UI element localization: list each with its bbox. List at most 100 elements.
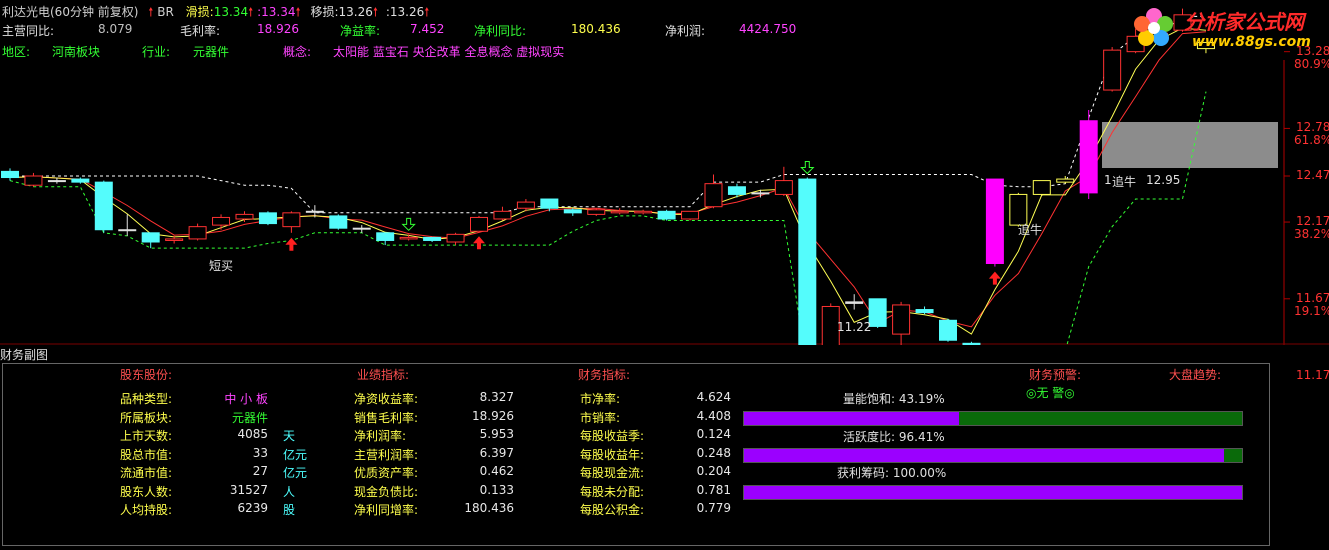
shareholder-label: 所属板块: bbox=[120, 410, 173, 425]
performance-value: 180.436 bbox=[464, 501, 514, 515]
up-arrow-icon: 🠕 bbox=[295, 5, 301, 19]
shareholder-value: 6239 bbox=[237, 501, 268, 515]
stop-loss-value-2: :13.34 bbox=[257, 5, 296, 19]
fib-pct-label: 38.2% bbox=[1294, 227, 1329, 242]
finance-label: 每股未分配: bbox=[580, 484, 645, 499]
activity-ratio-bar bbox=[743, 448, 1243, 463]
candle-body bbox=[470, 216, 488, 232]
candle-body bbox=[845, 301, 864, 304]
warning-status: ◎无 警◎ bbox=[1026, 386, 1075, 400]
stop-loss-label: 滑损: bbox=[185, 5, 214, 19]
price-tick-label: 11.17 bbox=[1296, 367, 1329, 382]
stop-line-white bbox=[10, 15, 1206, 214]
candle-body bbox=[282, 212, 301, 228]
buy-arrow-icon bbox=[285, 237, 298, 251]
candle-body bbox=[985, 178, 1004, 264]
trailing-value-2: :13.26 bbox=[385, 5, 425, 19]
candle-body bbox=[751, 192, 770, 195]
price-tick-label: 11.67 bbox=[1296, 290, 1329, 305]
industry-value: 元器件 bbox=[193, 45, 230, 59]
chart-header: 利达光电(60分钟 前复权) 🠕 BR 滑损:13.34🠕 :13.34🠕 移损… bbox=[2, 3, 429, 24]
candle-body bbox=[258, 212, 277, 225]
stat-label: 净益率: bbox=[340, 24, 381, 38]
candle-body bbox=[141, 232, 160, 243]
candle-body bbox=[376, 232, 395, 241]
bar-fill bbox=[744, 449, 1225, 462]
performance-value: 18.926 bbox=[472, 408, 514, 423]
stat-value: 180.436 bbox=[571, 22, 621, 36]
stat-value: 4424.750 bbox=[739, 22, 797, 36]
shareholder-value: 31527 bbox=[229, 482, 268, 497]
profit-chips-label: 获利筹码: 100.00% bbox=[837, 464, 946, 481]
chase-label-2: 追牛 bbox=[1112, 175, 1137, 189]
shareholder-unit: 亿元 bbox=[283, 466, 308, 480]
candle-body bbox=[563, 209, 582, 214]
up-arrow-icon: 🠕 bbox=[148, 5, 154, 19]
bar-label: 活跃度比: bbox=[843, 430, 896, 444]
performance-label: 优质资产率: bbox=[354, 466, 419, 480]
shareholder-value: 33 bbox=[252, 445, 268, 460]
buy-arrow-icon bbox=[473, 236, 485, 250]
finance-label: 每股公积金: bbox=[580, 503, 645, 517]
candle-body bbox=[71, 178, 90, 183]
candle-body bbox=[1056, 178, 1075, 183]
shareholder-unit: 亿元 bbox=[283, 447, 308, 462]
candle-body bbox=[1032, 180, 1051, 195]
indicator-name: BR bbox=[157, 5, 174, 19]
candle-body bbox=[493, 210, 512, 220]
shareholder-unit: 天 bbox=[283, 429, 296, 443]
candle-body bbox=[352, 227, 371, 230]
candle-body bbox=[868, 298, 887, 327]
activity-ratio-label: 活跃度比: 96.41% bbox=[843, 428, 945, 445]
stat-value: 7.452 bbox=[410, 22, 445, 36]
performance-label: 现金负债比: bbox=[354, 484, 419, 499]
region-value: 河南板块 bbox=[52, 45, 101, 59]
candle-body bbox=[165, 238, 184, 241]
candle-body bbox=[610, 210, 629, 214]
concept-label: 概念: bbox=[283, 45, 312, 59]
sub-panel-title: 财务副图 bbox=[0, 348, 49, 362]
shareholder-label: 品种类型: bbox=[120, 392, 173, 406]
stat-label: 主营同比: bbox=[2, 24, 55, 38]
candle-body bbox=[587, 209, 606, 215]
candle-body bbox=[540, 198, 559, 209]
bar-fill bbox=[744, 486, 1242, 499]
candle-body bbox=[939, 319, 957, 341]
ma-line-yellow bbox=[9, 27, 1207, 335]
shareholder-label: 上市天数: bbox=[120, 429, 173, 443]
performance-value: 6.397 bbox=[479, 445, 514, 460]
bar-label: 量能饱和: bbox=[843, 392, 896, 406]
candle-body bbox=[727, 186, 746, 195]
chase-label-1: 追牛 bbox=[1018, 223, 1043, 237]
shareholder-value: 元器件 bbox=[231, 410, 268, 425]
shareholder-label: 流通市值: bbox=[120, 466, 173, 480]
ma-line-red bbox=[9, 31, 1207, 328]
mark-prefix: 1 bbox=[1104, 173, 1112, 187]
finance-label: 市销率: bbox=[580, 410, 621, 425]
performance-value: 0.462 bbox=[479, 464, 514, 478]
stat-main-yoy: 主营同比: bbox=[2, 22, 54, 39]
candle-body bbox=[915, 309, 934, 314]
price-tick-label: 12.47 bbox=[1296, 168, 1329, 182]
stat-label: 毛利率: bbox=[180, 24, 221, 38]
profit-chips-bar bbox=[743, 485, 1243, 500]
candle-body bbox=[188, 226, 207, 240]
candle-body bbox=[235, 213, 254, 220]
candle-body bbox=[47, 180, 66, 183]
performance-value: 5.953 bbox=[479, 427, 514, 441]
resistance-zone-box bbox=[1102, 122, 1278, 168]
candle-body bbox=[516, 201, 535, 209]
region-label: 地区: bbox=[2, 45, 31, 59]
volume-saturation-bar bbox=[743, 411, 1243, 426]
finance-value: 4.408 bbox=[696, 408, 731, 423]
shareholder-unit: 人 bbox=[283, 484, 296, 499]
finance-value: 0.779 bbox=[696, 501, 731, 515]
finance-label: 每股收益季: bbox=[580, 429, 645, 443]
logo-url: www.88gs.com bbox=[1192, 34, 1311, 50]
section-shareholder: 股东股份: bbox=[120, 368, 173, 382]
candle-body bbox=[634, 210, 653, 214]
candle-body bbox=[305, 210, 324, 213]
candle-body bbox=[798, 178, 817, 345]
performance-value: 0.133 bbox=[479, 482, 514, 497]
finance-value: 4.624 bbox=[696, 390, 731, 404]
